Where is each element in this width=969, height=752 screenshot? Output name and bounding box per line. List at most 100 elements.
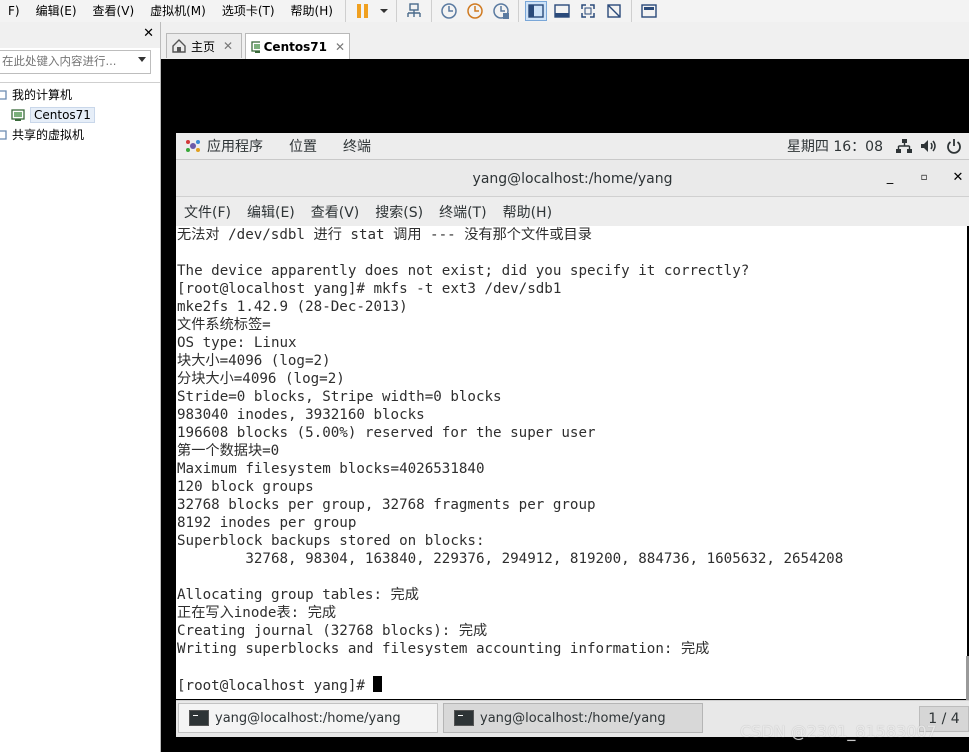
terminal-icon: [189, 710, 209, 726]
thumbnail-icon: [554, 4, 570, 18]
close-icon[interactable]: ✕: [223, 39, 233, 53]
terminal-line: [root@localhost yang]#: [177, 676, 843, 695]
terminal-line: Creating journal (32768 blocks): 完成: [177, 623, 488, 639]
gnome-top-bar: 应用程序 位置 终端 星期四 16：08: [176, 133, 969, 160]
snapshot-button[interactable]: [438, 1, 460, 21]
library-header: ✕: [0, 22, 160, 48]
manager-clock-icon: [493, 3, 509, 19]
library-panel: ✕ 我的计算机 Centos71 共享的虚拟机: [0, 22, 161, 752]
power-dropdown-button[interactable]: [378, 1, 390, 21]
window-list-item[interactable]: yang@localhost:/home/yang: [178, 703, 438, 733]
term-menu-help[interactable]: 帮助(H): [495, 200, 560, 226]
tab-home[interactable]: 主页 ✕: [166, 33, 242, 58]
text-cursor: [373, 676, 383, 692]
window-list-label: yang@localhost:/home/yang: [215, 710, 401, 726]
tree-item-my-computer[interactable]: 我的计算机: [0, 85, 72, 104]
term-menu-view[interactable]: 查看(V): [303, 200, 368, 226]
maximize-button[interactable]: ▫: [915, 169, 933, 187]
thumbnail-bar-button[interactable]: [551, 1, 573, 21]
terminal-line: 196608 blocks (5.00%) reserved for the s…: [177, 425, 596, 441]
terminal-line: 文件系统标签=: [177, 317, 271, 333]
console-icon: [641, 4, 657, 18]
console-view-button[interactable]: [638, 1, 660, 21]
home-icon: [172, 39, 186, 53]
network-icon[interactable]: [895, 137, 913, 155]
library-search-box[interactable]: [0, 50, 151, 74]
tab-centos71[interactable]: Centos71 ✕: [245, 33, 350, 59]
menu-edit[interactable]: 编辑(E): [28, 0, 85, 22]
fullscreen-button[interactable]: [577, 1, 599, 21]
pause-button[interactable]: [352, 1, 374, 21]
tree-item-shared-vms[interactable]: 共享的虚拟机: [0, 125, 84, 144]
terminal-line: Writing superblocks and filesystem accou…: [177, 641, 710, 657]
menu-vm[interactable]: 虚拟机(M): [142, 0, 214, 22]
term-menu-terminal[interactable]: 终端(T): [431, 200, 494, 226]
term-menu-search[interactable]: 搜索(S): [367, 200, 431, 226]
clock-icon: [441, 3, 457, 19]
terminal-line: 正在写入inode表: 完成: [177, 605, 337, 621]
terminal-line: 120 block groups: [177, 479, 314, 495]
vm-icon: [251, 40, 260, 53]
menu-file[interactable]: F): [0, 0, 28, 22]
window-list-item-active[interactable]: yang@localhost:/home/yang: [443, 703, 703, 733]
terminal-line: 块大小=4096 (log=2): [177, 353, 331, 369]
unity-button[interactable]: [603, 1, 625, 21]
terminal-lines: 无法对 /dev/sdbl 进行 stat 调用 --- 没有那个文件或目录 T…: [177, 226, 843, 695]
terminal-line: mke2fs 1.42.9 (28-Dec-2013): [177, 299, 408, 315]
tree-item-centos71[interactable]: Centos71: [10, 105, 95, 124]
menu-help[interactable]: 帮助(H): [283, 0, 341, 22]
show-library-button[interactable]: [524, 1, 547, 21]
terminal-output[interactable]: 无法对 /dev/sdbl 进行 stat 调用 --- 没有那个文件或目录 T…: [176, 226, 967, 699]
revert-snapshot-button[interactable]: [464, 1, 486, 21]
close-button[interactable]: ✕: [949, 169, 967, 187]
snapshot-manager-button[interactable]: [490, 1, 512, 21]
vm-tab-bar: 主页 ✕ Centos71 ✕: [161, 22, 969, 60]
power-icon[interactable]: [945, 137, 963, 155]
terminal-line: Maximum filesystem blocks=4026531840: [177, 461, 485, 477]
chevron-down-icon[interactable]: [138, 57, 146, 62]
volume-icon[interactable]: [919, 137, 939, 155]
tree-collapse-icon: [0, 89, 7, 100]
library-search-input[interactable]: [0, 51, 126, 71]
terminal-line: 32768, 98304, 163840, 229376, 294912, 81…: [177, 551, 844, 567]
terminal-menubar: 文件(F) 编辑(E) 查看(V) 搜索(S) 终端(T) 帮助(H): [176, 197, 969, 226]
minimize-button[interactable]: _: [881, 169, 899, 187]
term-menu-edit[interactable]: 编辑(E): [239, 200, 303, 226]
terminal-line: 32768 blocks per group, 32768 fragments …: [177, 497, 596, 513]
library-tree: 我的计算机 Centos71 共享的虚拟机: [0, 82, 160, 142]
clock[interactable]: 星期四 16：08: [774, 136, 895, 156]
chevron-down-icon: [379, 9, 388, 13]
menu-tabs[interactable]: 选项卡(T): [214, 0, 283, 22]
terminal-line: Stride=0 blocks, Stripe width=0 blocks: [177, 389, 502, 405]
revert-clock-icon: [467, 3, 483, 19]
window-title: yang@localhost:/home/yang: [472, 171, 673, 187]
term-menu-file[interactable]: 文件(F): [176, 200, 239, 226]
unity-icon: [607, 4, 621, 18]
applications-menu[interactable]: 应用程序: [202, 136, 276, 156]
terminal-line: 无法对 /dev/sdbl 进行 stat 调用 --- 没有那个文件或目录: [177, 227, 592, 243]
tab-label: 主页: [191, 39, 216, 54]
fullscreen-icon: [581, 4, 595, 18]
tree-label: 我的计算机: [12, 88, 73, 102]
places-menu[interactable]: 位置: [276, 136, 330, 156]
shared-vms-icon: [0, 129, 7, 140]
close-library-icon[interactable]: ✕: [143, 26, 154, 41]
terminal-app-menu[interactable]: 终端: [330, 136, 384, 156]
network-keyboard-icon: [407, 3, 421, 17]
menu-view[interactable]: 查看(V): [85, 0, 143, 22]
terminal-line: 983040 inodes, 3932160 blocks: [177, 407, 425, 423]
send-ctrl-alt-del-button[interactable]: [403, 1, 425, 21]
terminal-line: Superblock backups stored on blocks:: [177, 533, 485, 549]
close-icon[interactable]: ✕: [335, 40, 345, 54]
terminal-line: 第一个数据块=0: [177, 443, 280, 459]
terminal-title-bar[interactable]: yang@localhost:/home/yang _ ▫ ✕: [176, 160, 969, 197]
terminal-line: OS type: Linux: [177, 335, 297, 351]
terminal-line: 8192 inodes per group: [177, 515, 357, 531]
gnome-foot-icon: [186, 140, 200, 152]
terminal-icon: [454, 710, 474, 726]
pause-icon: [356, 4, 368, 18]
vm-icon: [11, 108, 25, 121]
